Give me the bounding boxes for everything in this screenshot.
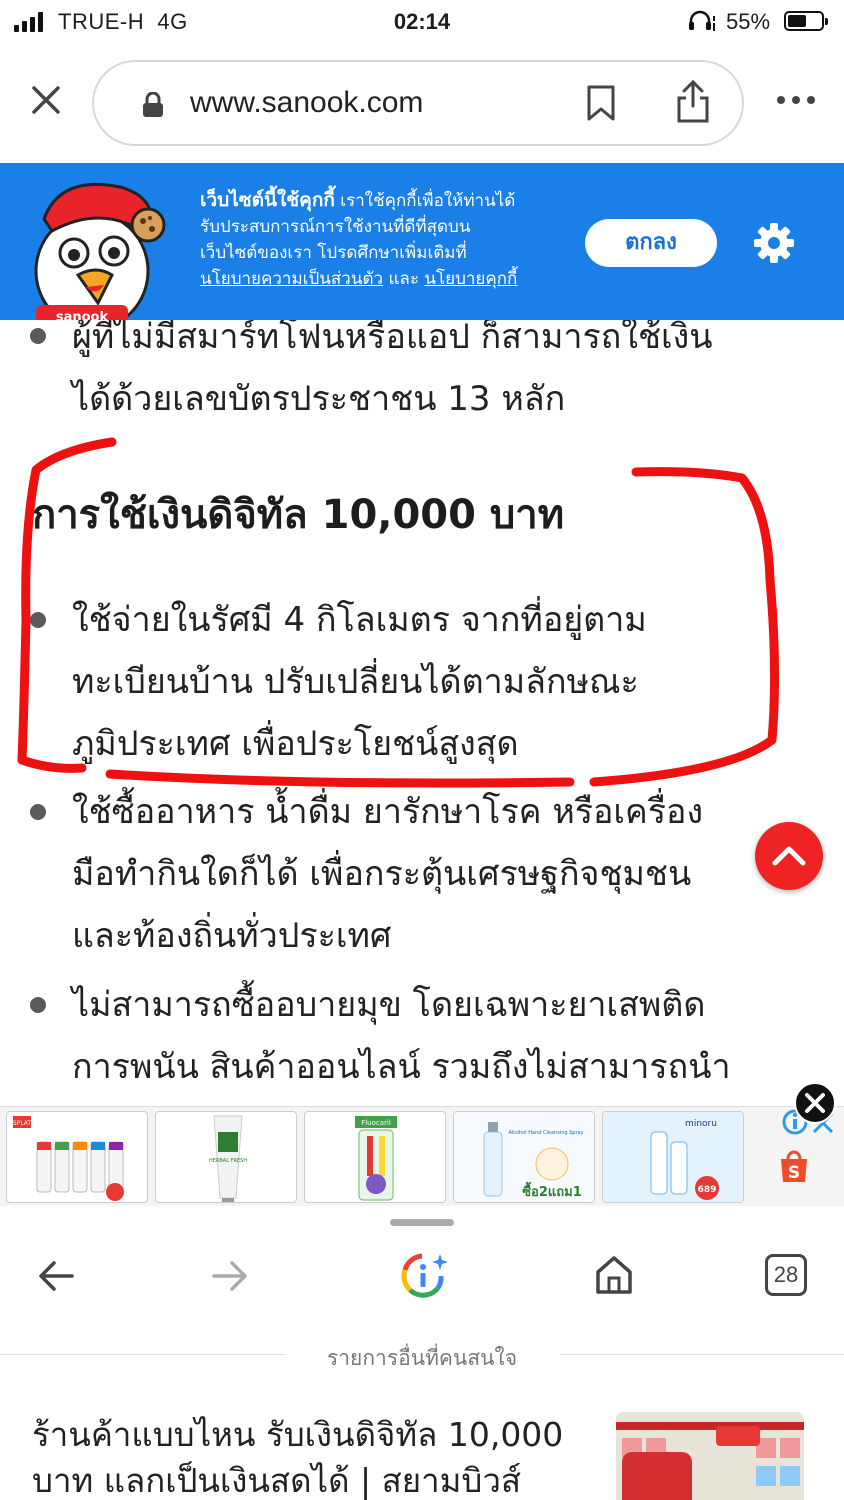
battery-icon xyxy=(784,11,828,31)
ad-brand-label: minoru xyxy=(685,1119,717,1129)
home-icon[interactable] xyxy=(594,1254,634,1296)
toothpaste-set-image: SPLAT xyxy=(13,1116,124,1201)
gear-icon[interactable] xyxy=(752,221,796,265)
store-shelf-image xyxy=(616,1412,804,1500)
hand-spray-image: Alcohol Hand Cleansing Spray ซื้อ2แถม1 xyxy=(454,1112,594,1202)
scroll-to-top-button[interactable] xyxy=(755,822,823,890)
chevron-up-icon xyxy=(772,846,806,866)
shopee-icon[interactable]: S xyxy=(777,1148,811,1184)
ad-brand-label: SPLAT xyxy=(13,1120,32,1127)
lock-icon xyxy=(143,92,163,117)
more-options-icon[interactable] xyxy=(776,92,816,108)
bullet3-line-2: การพนัน สินค้าออนไลน์ รวมถึงไม่สามารถนำ xyxy=(72,1047,731,1087)
url-text: www.sanook.com xyxy=(190,86,424,119)
cookie-banner: sanook เว็บไซต์นี้ใช้คุกกี้ เราใช้คุกกี้… xyxy=(0,163,844,320)
related-header: รายการอื่นที่คนสนใจ xyxy=(0,1336,844,1376)
bullet1-line-2: ทะเบียนบ้าน ปรับเปลี่ยนได้ตามลักษณะ xyxy=(72,662,639,702)
bullet2-line-3: และท้องถิ่นทั่วประเทศ xyxy=(72,916,392,956)
bullet1-line-3: ภูมิประเทศ เพื่อประโยชน์สูงสุด xyxy=(72,724,519,764)
bullet-dot xyxy=(30,612,46,628)
ad-brand-label: Fluocaril xyxy=(361,1119,391,1127)
privacy-policy-link[interactable]: นโยบายความเป็นส่วนตัว xyxy=(200,269,383,289)
related-title-line2: บาท แลกเป็นเงินสดได้ | สยามบิวส์ xyxy=(32,1461,522,1500)
close-ad-button[interactable] xyxy=(794,1082,836,1124)
svg-text:sanook: sanook xyxy=(56,310,109,320)
share-icon[interactable] xyxy=(674,78,712,124)
toothpaste-tube-image: HERBAL FRESH xyxy=(209,1115,247,1202)
headphones-icon xyxy=(688,10,718,38)
bullet2-line-2: มือทำกินใดก็ได้ เพื่อกระตุ้นเศรษฐกิจชุมช… xyxy=(72,854,692,894)
ad-product-card[interactable]: Alcohol Hand Cleansing Spray ซื้อ2แถม1 xyxy=(453,1111,595,1203)
related-header-label: รายการอื่นที่คนสนใจ xyxy=(326,1346,518,1370)
back-arrow-icon[interactable] xyxy=(36,1254,76,1298)
related-article-thumbnail[interactable] xyxy=(616,1412,804,1500)
ad-brand-label: HERBAL FRESH xyxy=(209,1158,247,1164)
close-tab-icon[interactable] xyxy=(28,82,64,118)
svg-text:S: S xyxy=(788,1163,800,1183)
prev-bullet-line-1: ผู้ที่ไม่มีสมาร์ทโฟนหรือแอป ก็สามารถใช้เ… xyxy=(72,320,713,357)
cookie-title: เว็บไซต์นี้ใช้คุกกี้ xyxy=(200,189,335,211)
bottom-toolbar: 28 xyxy=(0,1230,844,1320)
ad-product-label: Alcohol Hand Cleansing Spray xyxy=(508,1130,583,1136)
bullet-dot xyxy=(30,804,46,820)
bookmark-icon[interactable] xyxy=(586,84,616,122)
bullet3-line-1: ไม่สามารถซื้ออบายมุข โดยเฉพาะยาเสพติด xyxy=(72,985,706,1025)
cookie-message: เว็บไซต์นี้ใช้คุกกี้ เราใช้คุกกี้เพื่อให… xyxy=(200,187,550,292)
ad-product-card[interactable]: Fluocaril xyxy=(304,1111,446,1203)
ad-banner[interactable]: SPLAT HERBAL FRESH Fluocaril Alcohol Han… xyxy=(0,1106,844,1206)
cookie-line2: รับประสบการณ์การใช้งานที่ดีที่สุดบน xyxy=(200,217,471,237)
ad-product-card[interactable]: minoru 689 xyxy=(602,1111,744,1203)
bullet1-line-1: ใช้จ่ายในรัศมี 4 กิโลเมตร จากที่อยู่ตาม xyxy=(72,600,647,640)
bullet2-line-1: ใช้ซื้ออาหาร น้ำดื่ม ยารักษาโรค หรือเครื… xyxy=(72,792,704,832)
cookie-and: และ xyxy=(383,269,425,289)
section-heading: การใช้เงินดิจิทัล 10,000 บาท xyxy=(32,492,565,538)
article-body: ผู้ที่ไม่มีสมาร์ทโฟนหรือแอป ก็สามารถใช้เ… xyxy=(0,320,844,1110)
address-bar[interactable]: www.sanook.com xyxy=(92,60,744,146)
cookie-line3: เว็บไซต์ของเรา โปรดศึกษาเพิ่มเติมที่ xyxy=(200,243,467,263)
battery-percent: 55% xyxy=(726,9,771,34)
bullet-dot xyxy=(30,328,46,344)
prev-bullet-line-2: ได้ด้วยเลขบัตรประชาชน 13 หลัก xyxy=(72,379,566,419)
sheet-grabber[interactable] xyxy=(390,1219,454,1226)
ad-product-card[interactable]: SPLAT xyxy=(6,1111,148,1203)
related-article-link[interactable]: ร้านค้าแบบไหน รับเงินดิจิทัล 10,000 บาท … xyxy=(32,1412,592,1500)
related-title-line1: ร้านค้าแบบไหน รับเงินดิจิทัล 10,000 xyxy=(32,1415,564,1454)
cookie-line1: เราใช้คุกกี้เพื่อให้ท่านได้ xyxy=(334,191,516,211)
forward-arrow-icon[interactable] xyxy=(210,1254,250,1298)
cookie-policy-link[interactable]: นโยบายคุกกี้ xyxy=(424,269,517,289)
close-icon xyxy=(805,1093,825,1113)
bullet-dot xyxy=(30,997,46,1013)
status-bar: TRUE-H 4G 02:14 55% xyxy=(0,0,844,44)
ad-product-card[interactable]: HERBAL FRESH xyxy=(155,1111,297,1203)
accept-cookies-button[interactable]: ตกลง xyxy=(585,219,717,267)
minoru-spray-image: minoru 689 xyxy=(603,1112,743,1202)
toothbrush-pack-image: Fluocaril xyxy=(355,1116,397,1201)
sanook-mascot-logo: sanook xyxy=(34,182,166,320)
google-lens-icon[interactable] xyxy=(398,1250,450,1302)
tab-count-button[interactable]: 28 xyxy=(765,1254,807,1296)
ad-price: 689 xyxy=(698,1185,717,1195)
